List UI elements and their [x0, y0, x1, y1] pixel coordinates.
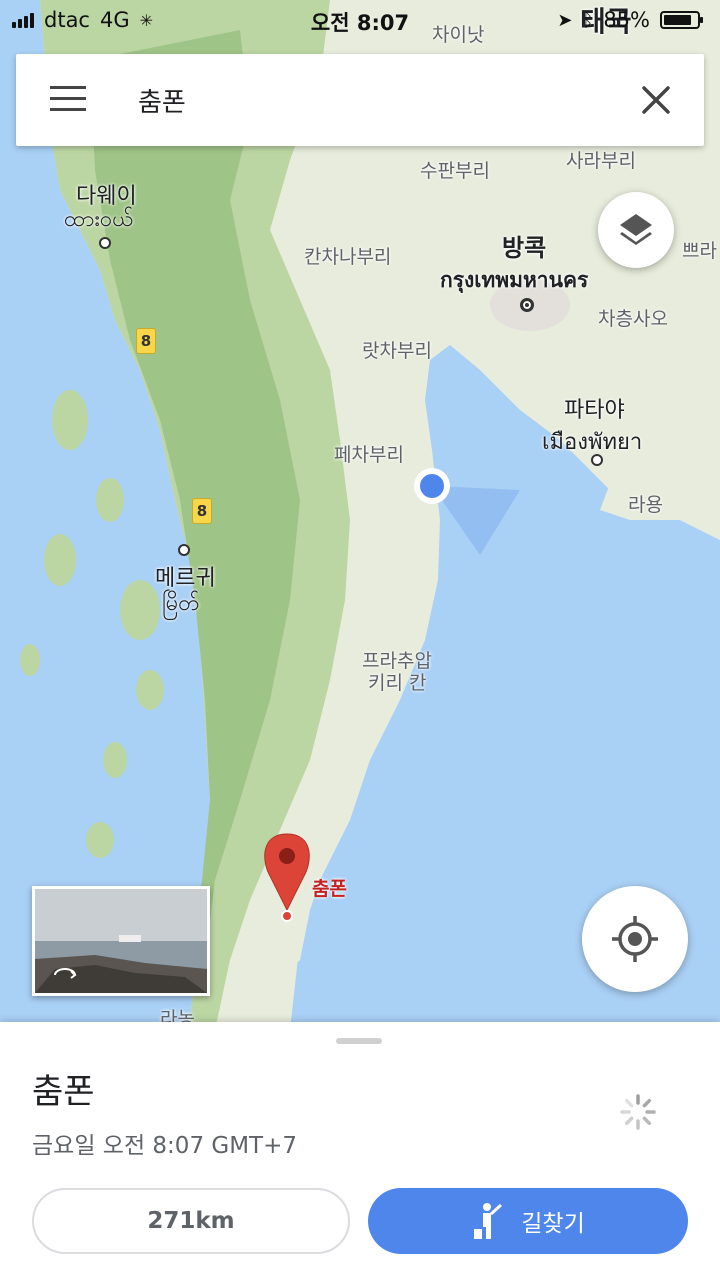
my-location-button[interactable]: [582, 886, 688, 992]
distance-button[interactable]: 271km: [32, 1188, 350, 1254]
directions-label: 길찾기: [521, 1211, 585, 1237]
menu-icon[interactable]: [50, 86, 86, 114]
map-label-phetchaburi: 페차부리: [334, 444, 404, 466]
search-input[interactable]: 춤폰: [138, 82, 186, 119]
map-label-pattaya-thai: เมืองพัทยา: [542, 430, 643, 455]
map-label-bangkok: 방콕: [502, 234, 547, 262]
map-label-saraburi: 사라부리: [566, 150, 636, 172]
map-canvas[interactable]: 차이낫 수판부리 사라부리 다웨이 ထားဝယ် 칸차나부리 방콕 กรุงเท…: [0, 0, 720, 1030]
walking-directions-icon: [474, 1203, 503, 1239]
map-label-rayong: 라용: [628, 494, 663, 516]
search-bar[interactable]: 춤폰: [16, 54, 704, 146]
map-city-dot: [99, 237, 111, 249]
location-arrow-icon: ➤: [557, 9, 573, 31]
place-local-time: 금요일 오전 8:07 GMT+7: [32, 1133, 298, 1159]
bluetooth-icon: ᛒ: [582, 9, 594, 31]
directions-button[interactable]: 길찾기: [368, 1188, 688, 1254]
battery-percent: 85%: [603, 8, 650, 32]
map-city-dot: [178, 544, 190, 556]
map-label-dawei-burmese: ထားဝယ်: [64, 207, 134, 232]
map-label-ratchaburi: 랏차부리: [362, 340, 432, 362]
layers-button[interactable]: [598, 192, 674, 268]
map-label-mergui-burmese: မြိတ်: [162, 591, 200, 616]
place-title: 춤폰: [32, 1072, 95, 1112]
battery-icon: [660, 11, 703, 29]
street-view-thumbnail[interactable]: [32, 886, 210, 996]
map-capital-dot: [520, 298, 534, 312]
map-city-dot: [591, 454, 603, 466]
loading-spinner-icon: [620, 1094, 656, 1130]
map-label-bangkok-thai: กรุงเทพมหานคร: [440, 268, 589, 292]
status-bar: dtac 4G ✳ 오전 8:07 ➤ ᛒ 85%: [0, 0, 720, 40]
map-label-chachoengsao: 차층사오: [598, 308, 668, 330]
street-view-image: [35, 889, 207, 993]
drag-handle[interactable]: [336, 1038, 382, 1044]
layers-icon: [620, 214, 652, 245]
map-marker-label[interactable]: 춤폰: [312, 874, 347, 901]
map-label-suphanburi: 수판부리: [420, 160, 490, 182]
map-label-prachuap-2: 키리 칸: [368, 672, 427, 694]
crosshair-icon: [612, 916, 658, 962]
route-shield: 8: [136, 328, 156, 354]
close-icon[interactable]: [636, 80, 676, 120]
map-label-kanchanaburi: 칸차나부리: [304, 246, 392, 268]
route-shield: 8: [192, 498, 212, 524]
place-sheet[interactable]: 춤폰 금요일 오전 8:07 GMT+7 271km 길찾기: [0, 1022, 720, 1280]
map-label-partial: 쁘라: [682, 240, 717, 262]
map-label-pattaya: 파타야: [564, 398, 625, 423]
